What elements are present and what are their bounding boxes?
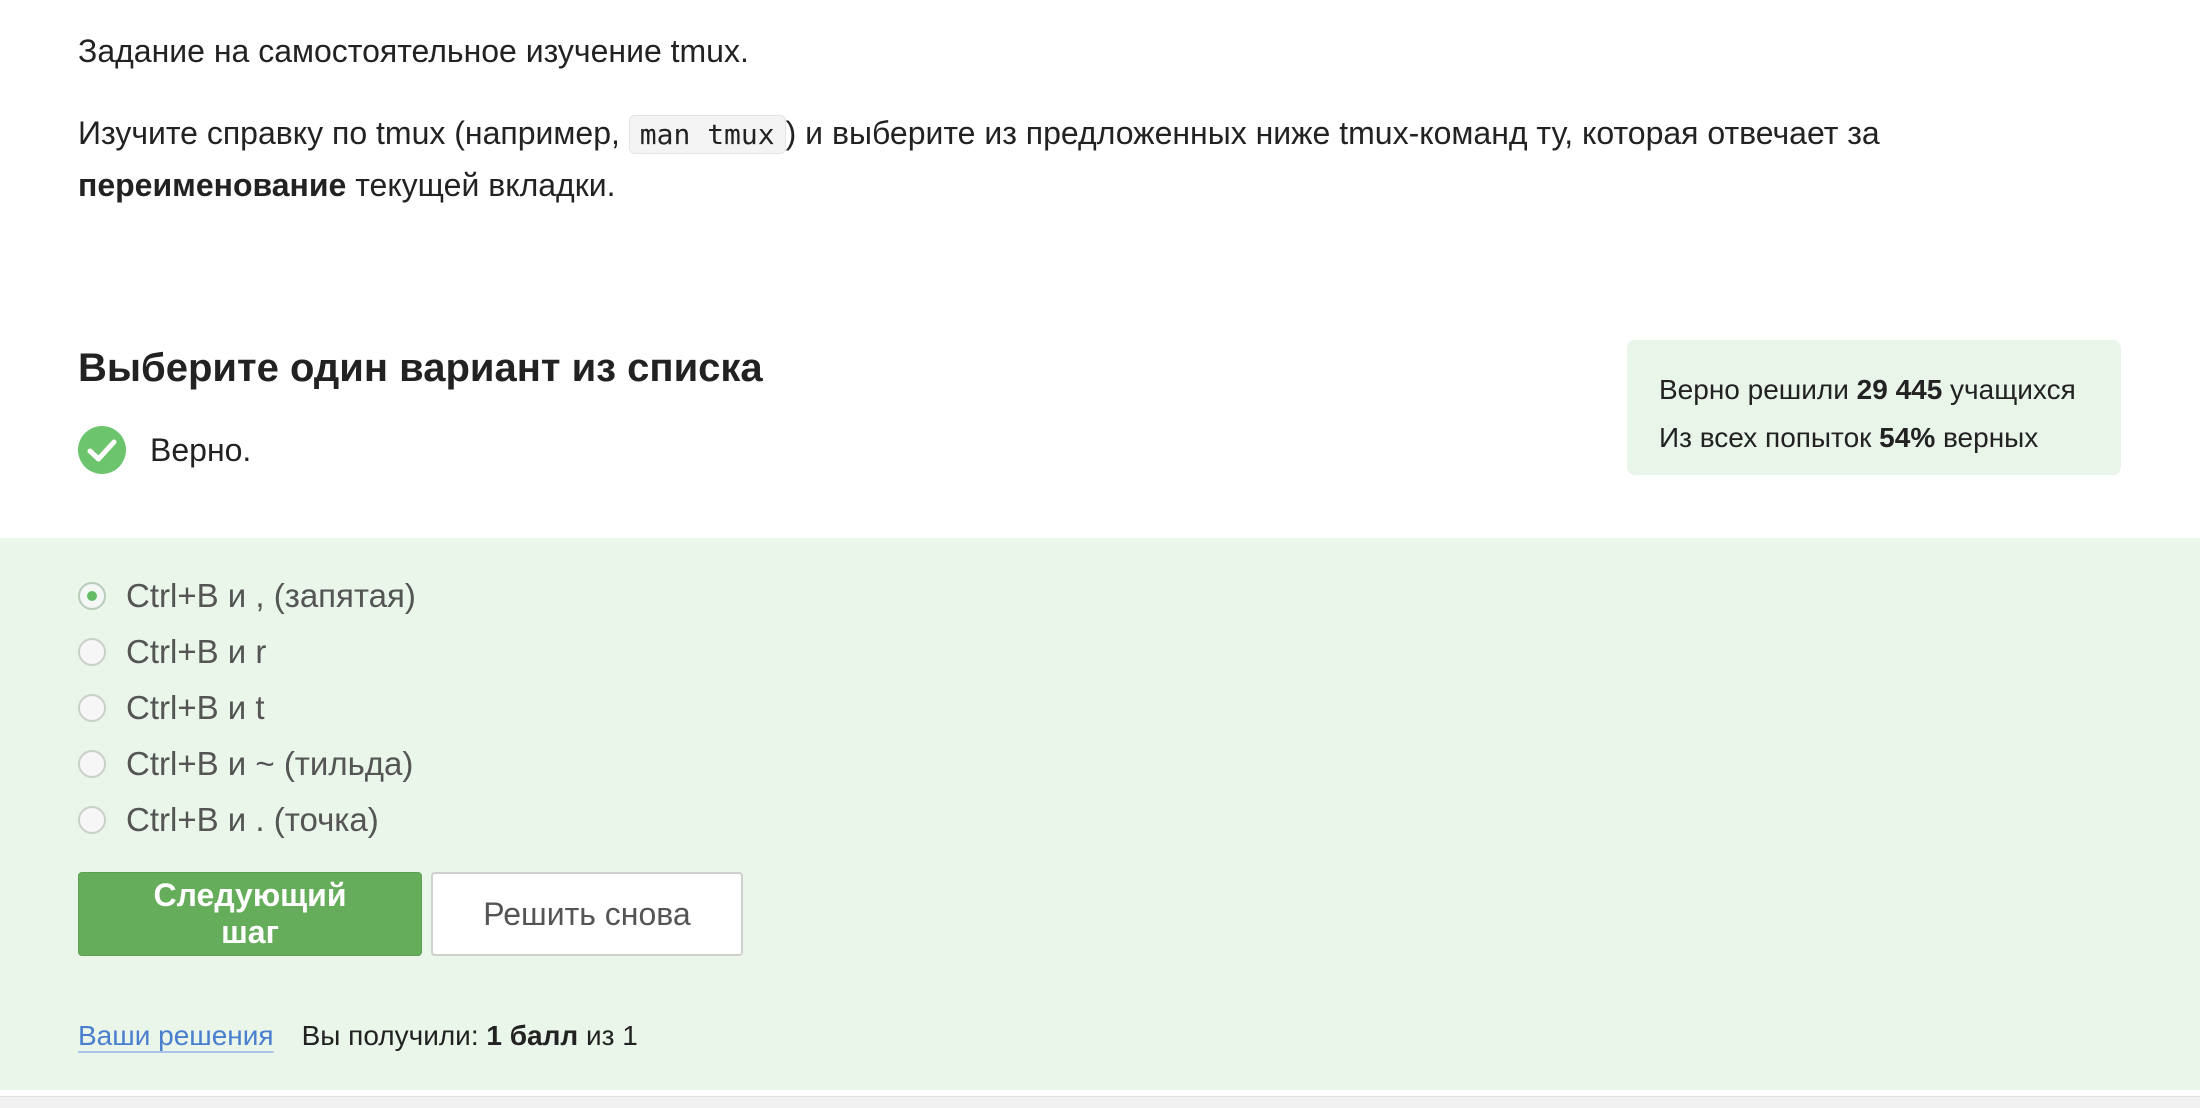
radio-button[interactable]	[78, 694, 106, 722]
task-instruction: Изучите справку по tmux (например, man t…	[78, 108, 2078, 210]
task-description: Задание на самостоятельное изучение tmux…	[78, 26, 2078, 210]
task-instruction-start: Изучите справку по tmux (например,	[78, 115, 629, 151]
code-snippet: man tmux	[628, 115, 786, 154]
retry-button[interactable]: Решить снова	[431, 872, 743, 956]
option-label: Ctrl+B и ~ (тильда)	[126, 745, 414, 782]
radio-button[interactable]	[78, 750, 106, 778]
option-label: Ctrl+B и . (точка)	[126, 801, 379, 838]
radio-button[interactable]	[78, 806, 106, 834]
radio-button[interactable]	[78, 582, 106, 610]
option-label: Ctrl+B и t	[126, 689, 265, 726]
stats-solved: Верно решили 29 445 учащихся	[1659, 366, 2089, 414]
option-comma[interactable]: Ctrl+B и , (запятая)	[78, 568, 416, 624]
score-value: 1 балл	[486, 1020, 579, 1051]
stats-attempts-percent: 54%	[1879, 422, 1936, 453]
stats-panel: Верно решили 29 445 учащихся Из всех поп…	[1627, 340, 2121, 475]
options-list: Ctrl+B и , (запятая) Ctrl+B и r Ctrl+B и…	[78, 568, 416, 848]
option-tilde[interactable]: Ctrl+B и ~ (тильда)	[78, 736, 416, 792]
score-suffix: из 1	[578, 1020, 638, 1051]
result-row: Ваши решения Вы получили: 1 балл из 1	[78, 1016, 638, 1056]
answer-area: Ctrl+B и , (запятая) Ctrl+B и r Ctrl+B и…	[0, 538, 2200, 1090]
action-buttons: Следующий шаг Решить снова	[78, 872, 743, 956]
option-dot[interactable]: Ctrl+B и . (точка)	[78, 792, 416, 848]
task-instruction-end: текущей вкладки.	[346, 167, 616, 203]
quiz-step-page: Задание на самостоятельное изучение tmux…	[0, 0, 2200, 1108]
stats-solved-count: 29 445	[1856, 374, 1943, 405]
score-text: Вы получили: 1 балл из 1	[302, 1016, 638, 1056]
task-instruction-middle: ) и выберите из предложенных ниже tmux-к…	[785, 115, 1880, 151]
verdict-text: Верно.	[150, 431, 252, 468]
task-intro: Задание на самостоятельное изучение tmux…	[78, 33, 749, 69]
option-r[interactable]: Ctrl+B и r	[78, 624, 416, 680]
stats-attempts-suffix: верных	[1935, 422, 2039, 453]
checkmark-circle-icon	[78, 426, 126, 474]
quiz-title: Выберите один вариант из списка	[78, 346, 763, 390]
option-t[interactable]: Ctrl+B и t	[78, 680, 416, 736]
task-emphasis: переименование	[78, 167, 347, 203]
option-label: Ctrl+B и , (запятая)	[126, 577, 416, 614]
your-solutions-link[interactable]: Ваши решения	[78, 1016, 274, 1056]
radio-button[interactable]	[78, 638, 106, 666]
next-step-button[interactable]: Следующий шаг	[78, 872, 422, 956]
score-prefix: Вы получили:	[301, 1020, 487, 1051]
verdict-message: Верно.	[78, 426, 251, 474]
stats-attempts: Из всех попыток 54% верных	[1659, 414, 2089, 462]
stats-solved-prefix: Верно решили	[1659, 374, 1857, 405]
stats-solved-suffix: учащихся	[1942, 374, 2076, 405]
stats-attempts-prefix: Из всех попыток	[1659, 422, 1880, 453]
bottom-divider	[0, 1096, 2200, 1108]
option-label: Ctrl+B и r	[126, 633, 267, 670]
